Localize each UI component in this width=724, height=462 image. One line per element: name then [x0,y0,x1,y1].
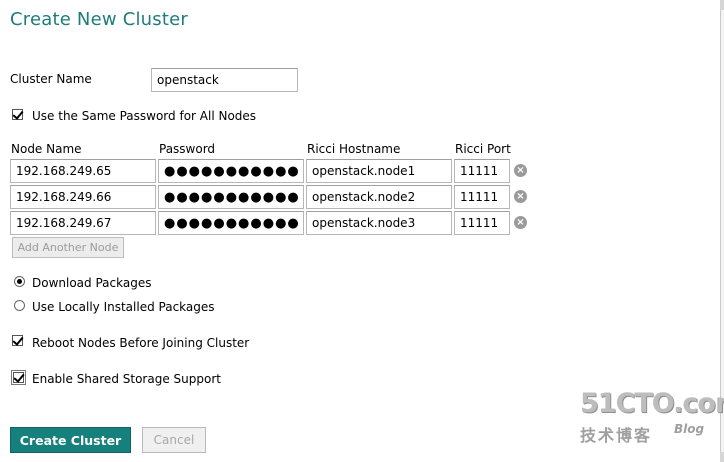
x-circle-icon[interactable]: × [514,164,527,177]
cancel-button[interactable]: Cancel [142,427,206,453]
download-packages-label: Download Packages [32,276,152,290]
node-name-input-2[interactable] [10,185,156,209]
header-password: Password [159,142,216,156]
password-input-1[interactable] [158,159,304,183]
create-cluster-button[interactable]: Create Cluster [10,427,131,453]
same-password-label: Use the Same Password for All Nodes [32,109,257,123]
watermark-logo: 51CTO.com 技术博客 Blog [580,388,724,446]
local-packages-label: Use Locally Installed Packages [32,300,215,314]
scroll-down-arrow[interactable] [720,452,724,462]
header-node-name: Node Name [11,142,82,156]
watermark-sub-text: 技术博客 [580,426,653,445]
node-name-input-3[interactable] [10,211,156,235]
add-another-node-button[interactable]: Add Another Node [12,237,124,258]
cluster-name-label: Cluster Name [10,72,92,86]
watermark-blog-text: Blog [674,422,705,436]
same-password-checkbox[interactable] [12,109,23,120]
ricci-hostname-input-3[interactable] [306,211,452,235]
dialog-title: Create New Cluster [10,9,189,30]
local-packages-radio[interactable] [14,300,25,311]
ricci-port-input-3[interactable] [454,211,510,235]
cluster-name-input[interactable] [151,68,298,92]
shared-storage-checkbox[interactable] [11,370,26,385]
reboot-nodes-checkbox[interactable] [12,335,23,346]
password-input-2[interactable] [158,185,304,209]
header-ricci-port: Ricci Port [455,142,511,156]
ricci-hostname-input-1[interactable] [306,159,452,183]
x-circle-icon[interactable]: × [514,190,527,203]
ricci-hostname-input-2[interactable] [306,185,452,209]
scroll-up-arrow[interactable] [720,0,724,10]
watermark-main-text: 51CTO.com [580,388,724,419]
header-ricci-hostname: Ricci Hostname [307,142,401,156]
shared-storage-label: Enable Shared Storage Support [32,372,221,386]
node-name-input-1[interactable] [10,159,156,183]
x-circle-icon[interactable]: × [514,216,527,229]
ricci-port-input-2[interactable] [454,185,510,209]
download-packages-radio[interactable] [14,276,25,287]
reboot-nodes-label: Reboot Nodes Before Joining Cluster [32,336,250,350]
password-input-3[interactable] [158,211,304,235]
ricci-port-input-1[interactable] [454,159,510,183]
